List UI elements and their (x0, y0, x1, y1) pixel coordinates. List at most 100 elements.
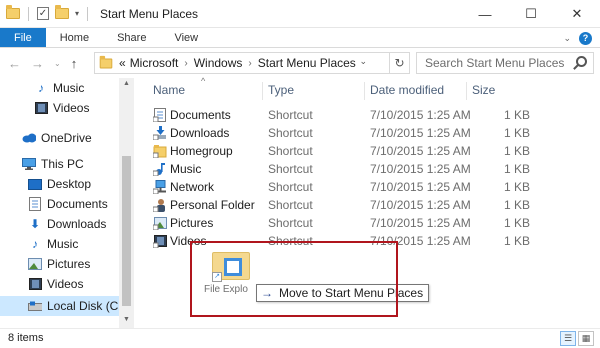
pictures-icon (28, 257, 42, 271)
file-name: Documents (170, 108, 231, 122)
customize-dropdown-icon[interactable]: ▾ (75, 9, 79, 18)
nav-item-documents[interactable]: Documents (28, 194, 108, 214)
file-type: Shortcut (268, 180, 313, 194)
file-date: 7/10/2015 1:25 AM (370, 180, 471, 194)
file-size: 1 KB (503, 126, 530, 140)
nav-item-videos[interactable]: Videos (28, 274, 83, 294)
help-icon[interactable]: ? (579, 31, 592, 45)
search-input[interactable] (425, 56, 565, 70)
column-header-size[interactable]: Size (472, 78, 495, 102)
file-row-downloads[interactable]: Downloads Shortcut 7/10/2015 1:25 AM 1 K… (150, 124, 530, 142)
nav-item-this-pc[interactable]: This PC (22, 154, 84, 174)
nav-item-music[interactable]: ♪ Music (28, 234, 78, 254)
highlight-annotation (190, 241, 398, 317)
tab-file[interactable]: File (0, 28, 46, 47)
file-name: Homegroup (170, 144, 233, 158)
window-title: Start Menu Places (100, 6, 199, 21)
nav-item-label: This PC (41, 157, 84, 171)
music-icon: ♪ (38, 81, 44, 95)
file-row-pictures[interactable]: Pictures Shortcut 7/10/2015 1:25 AM 1 KB (150, 214, 530, 232)
column-header-name[interactable]: Name (153, 78, 185, 102)
column-divider[interactable] (364, 82, 365, 100)
nav-pane-scrollbar[interactable]: ▲ ▼ (119, 78, 134, 328)
search-box[interactable] (416, 52, 594, 74)
properties-icon[interactable]: ✓ (37, 7, 49, 20)
nav-item-label: Pictures (47, 257, 91, 271)
file-row-personal-folder[interactable]: Personal Folder Shortcut 7/10/2015 1:25 … (150, 196, 530, 214)
column-header-type[interactable]: Type (268, 78, 294, 102)
large-icons-view-button[interactable]: ▦ (578, 331, 594, 346)
file-name: Personal Folder (170, 198, 255, 212)
nav-item-onedrive[interactable]: OneDrive (22, 128, 92, 148)
breadcrumb-start-menu-places[interactable]: Start Menu Places (258, 56, 356, 70)
file-date: 7/10/2015 1:25 AM (370, 126, 471, 140)
column-divider[interactable] (262, 82, 263, 100)
close-button[interactable]: ✕ (554, 0, 600, 28)
scroll-up-icon[interactable]: ▲ (119, 80, 134, 87)
nav-item-desktop[interactable]: Desktop (28, 174, 91, 194)
homegroup-icon (153, 145, 167, 158)
file-row-documents[interactable]: Documents Shortcut 7/10/2015 1:25 AM 1 K… (150, 106, 530, 124)
column-header-date-modified[interactable]: Date modified (370, 78, 444, 102)
breadcrumb-microsoft[interactable]: Microsoft (130, 56, 179, 70)
address-bar[interactable]: « Microsoft › Windows › Start Menu Place… (94, 52, 390, 74)
file-size: 1 KB (503, 108, 530, 122)
documents-icon (153, 108, 166, 122)
user-icon (153, 199, 165, 212)
nav-item-local-disk[interactable]: Local Disk (C:) (0, 296, 126, 316)
maximize-button[interactable]: ☐ (508, 0, 554, 28)
nav-item-downloads[interactable]: ⬇ Downloads (28, 214, 106, 234)
recent-locations-icon[interactable]: ⌄ (54, 59, 61, 68)
details-view-icon: ☰ (563, 333, 573, 343)
window-controls: — ☐ ✕ (462, 0, 600, 28)
expand-ribbon-icon[interactable]: ⌄ (563, 33, 571, 44)
file-size: 1 KB (503, 144, 530, 158)
tab-view[interactable]: View (160, 28, 212, 47)
new-folder-icon[interactable] (55, 5, 69, 19)
file-date: 7/10/2015 1:25 AM (370, 144, 471, 158)
nav-item-label: Videos (53, 101, 90, 115)
downloads-icon (153, 126, 166, 140)
nav-item-label: OneDrive (41, 131, 92, 145)
up-arrow-icon[interactable]: ↑ (71, 56, 78, 71)
file-size: 1 KB (503, 216, 530, 230)
tab-home[interactable]: Home (46, 28, 103, 47)
refresh-button[interactable]: ↻ (390, 52, 410, 74)
chevron-right-icon[interactable]: › (248, 58, 251, 69)
navigation-bar: ← → ⌄ ↑ « Microsoft › Windows › Start Me… (0, 48, 600, 78)
column-divider[interactable] (466, 82, 467, 100)
back-arrow-icon[interactable]: ← (8, 56, 21, 71)
forward-arrow-icon[interactable]: → (31, 56, 44, 71)
cloud-icon (22, 131, 36, 145)
nav-item-music[interactable]: ♪ Music (34, 78, 84, 98)
address-dropdown-icon[interactable]: ⌄ (359, 56, 367, 67)
nav-item-pictures[interactable]: Pictures (28, 254, 90, 274)
folder-icon (99, 55, 113, 68)
search-icon[interactable] (576, 56, 587, 67)
details-view-button[interactable]: ☰ (560, 331, 576, 346)
file-date: 7/10/2015 1:25 AM (370, 108, 471, 122)
folder-icon[interactable] (6, 5, 20, 19)
breadcrumb-windows[interactable]: Windows (194, 56, 243, 70)
file-row-homegroup[interactable]: Homegroup Shortcut 7/10/2015 1:25 AM 1 K… (150, 142, 530, 160)
navigation-pane: ♪ Music Videos OneDrive This PC Desktop … (0, 78, 134, 328)
scroll-down-icon[interactable]: ▼ (119, 316, 134, 323)
file-date: 7/10/2015 1:25 AM (370, 162, 471, 176)
file-row-network[interactable]: Network Shortcut 7/10/2015 1:25 AM 1 KB (150, 178, 530, 196)
scrollbar-thumb[interactable] (122, 156, 131, 306)
chevron-right-icon[interactable]: › (184, 58, 187, 69)
divider (87, 6, 89, 21)
file-row-music[interactable]: Music Shortcut 7/10/2015 1:25 AM 1 KB (150, 160, 530, 178)
nav-item-videos[interactable]: Videos (34, 98, 89, 118)
file-name: Pictures (170, 216, 214, 230)
tab-share[interactable]: Share (103, 28, 160, 47)
nav-item-label: Music (53, 81, 85, 95)
file-size: 1 KB (503, 162, 530, 176)
nav-item-label: Videos (47, 277, 84, 291)
minimize-button[interactable]: — (462, 0, 508, 28)
breadcrumb-overflow[interactable]: « (119, 56, 126, 70)
divider (28, 6, 29, 21)
pictures-icon (153, 217, 167, 230)
nav-item-label: Local Disk (C:) (47, 299, 126, 313)
video-icon (153, 235, 167, 248)
